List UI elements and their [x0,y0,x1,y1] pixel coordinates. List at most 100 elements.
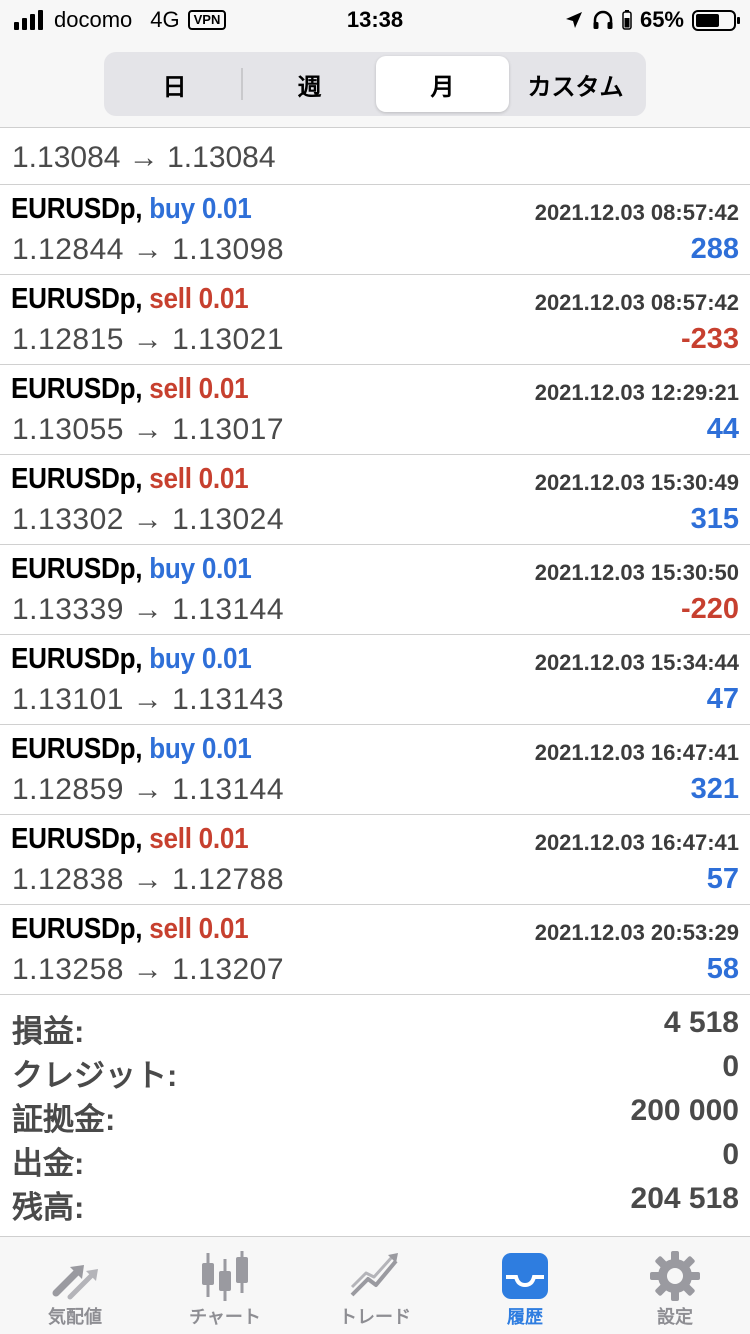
battery-icon [692,9,740,31]
summary-withdrawal: 出金: 0 [0,1138,750,1182]
trade-side: sell 0.01 [149,823,249,855]
trade-side: sell 0.01 [149,373,249,405]
status-right: 65% [556,7,740,33]
segment-custom[interactable]: カスタム [509,56,642,112]
trade-profit: 315 [690,503,739,535]
tab-settings[interactable]: 設定 [600,1237,750,1334]
carrier-name: docomo [54,7,133,32]
gear-icon [650,1251,700,1301]
summary-balance: 残高: 204 518 [0,1182,750,1226]
table-row[interactable]: EURUSDp, buy 0.01 2021.12.03 15:30:50 1.13… [0,545,750,635]
trade-symbol: EURUSDp, [11,823,143,855]
table-row[interactable]: EURUSDp, sell 0.01 2021.12.03 08:57:42 1.1… [0,275,750,365]
tab-chart[interactable]: チャート [150,1237,300,1334]
status-left: docomo 4G VPN [14,7,227,33]
trade-profit: -220 [680,593,739,625]
deposit-value: 200 000 [630,1094,739,1127]
trade-time: 2021.12.03 15:30:50 [534,560,739,585]
trade-symbol: EURUSDp, [11,913,143,945]
table-row[interactable]: EURUSDp, sell 0.01 2021.12.03 15:30:49 1.1… [0,455,750,545]
table-row[interactable]: EURUSDp, sell 0.01 2021.12.03 16:47:41 1.1… [0,815,750,905]
trade-side: sell 0.01 [149,283,249,315]
summary-deposit: 証拠金: 200 000 [0,1094,750,1138]
trade-prices: 1.13055 → 1.13017 [12,413,285,446]
trade-history-list[interactable]: 1.13084 → 1.13084 EURUSDp, buy 0.01 2021.… [0,129,750,995]
trade-profit: 58 [706,953,739,985]
trade-profit: 44 [706,413,739,445]
trade-side: buy 0.01 [149,553,252,585]
vpn-badge: VPN [187,10,227,30]
status-bar: docomo 4G VPN 13:38 65% [0,0,750,42]
trade-prices: 1.13084 → 1.13084 [12,141,276,174]
quotes-arrows-icon [52,1265,98,1300]
trade-title: EURUSDp, buy 0.01 [11,733,252,766]
table-row[interactable]: 1.13084 → 1.13084 [0,129,750,185]
tab-history-label: 履歴 [507,1307,543,1327]
trade-title: EURUSDp, buy 0.01 [11,193,252,226]
trade-time: 2021.12.03 16:47:41 [534,830,739,855]
signal-icon [14,10,46,30]
trade-prices: 1.13339 → 1.13144 [12,593,285,626]
tab-quotes[interactable]: 気配値 [0,1237,150,1334]
trade-side: sell 0.01 [149,913,249,945]
history-tray-icon [502,1253,548,1299]
tab-quotes-label: 気配値 [48,1307,102,1327]
table-row[interactable]: EURUSDp, sell 0.01 2021.12.03 20:53:29 1.1… [0,905,750,995]
tab-settings-label: 設定 [657,1307,693,1327]
trade-title: EURUSDp, sell 0.01 [11,823,249,856]
trade-profit: 288 [690,233,739,265]
trade-title: EURUSDp, sell 0.01 [11,283,249,316]
balance-value: 204 518 [630,1182,739,1215]
bottom-tab-bar: 気配値 チャート トレード 履歴 設定 [0,1236,750,1334]
table-row[interactable]: EURUSDp, buy 0.01 2021.12.03 08:57:42 1.12… [0,185,750,275]
battery-percent: 65% [639,7,684,32]
tab-trade-label: トレード [339,1307,411,1327]
trade-profit: 57 [706,863,739,895]
headphones-icon [593,10,613,29]
table-row[interactable]: EURUSDp, buy 0.01 2021.12.03 15:34:44 1.13… [0,635,750,725]
trade-profit: 321 [690,773,739,805]
segment-day[interactable]: 日 [108,56,241,112]
trade-symbol: EURUSDp, [11,733,143,765]
trade-prices: 1.12838 → 1.12788 [12,863,285,896]
trade-profit: -233 [680,323,739,355]
trade-symbol: EURUSDp, [11,193,143,225]
summary-credit: クレジット: 0 [0,1050,750,1094]
tab-trade[interactable]: トレード [300,1237,450,1334]
candlestick-chart-icon [202,1251,248,1301]
trade-prices: 1.13101 → 1.13143 [12,683,285,716]
segment-month[interactable]: 月 [376,56,509,112]
table-row[interactable]: EURUSDp, buy 0.01 2021.12.03 16:47:41 1.12… [0,725,750,815]
deposit-label: 証拠金: [12,1102,116,1137]
trade-prices: 1.12815 → 1.13021 [12,323,285,356]
trade-prices: 1.13302 → 1.13024 [12,503,285,536]
trade-time: 2021.12.03 12:29:21 [534,380,739,405]
trade-time: 2021.12.03 15:34:44 [534,650,739,675]
trade-side: sell 0.01 [149,463,249,495]
withdrawal-label: 出金: [12,1146,85,1181]
segment-week[interactable]: 週 [243,56,376,112]
trade-title: EURUSDp, buy 0.01 [11,643,252,676]
table-row[interactable]: EURUSDp, sell 0.01 2021.12.03 12:29:21 1.1… [0,365,750,455]
trade-time: 2021.12.03 08:57:42 [534,200,739,225]
trade-title: EURUSDp, sell 0.01 [11,373,249,406]
summary-profit: 損益: 4 518 [0,1006,750,1050]
trade-symbol: EURUSDp, [11,553,143,585]
trade-symbol: EURUSDp, [11,283,143,315]
trade-title: EURUSDp, sell 0.01 [11,463,249,496]
trade-symbol: EURUSDp, [11,463,143,495]
profit-value: 4 518 [663,1006,739,1039]
battery-level-icon [622,10,632,30]
trade-symbol: EURUSDp, [11,643,143,675]
trade-title: EURUSDp, sell 0.01 [11,913,249,946]
trade-side: buy 0.01 [149,733,252,765]
trade-symbol: EURUSDp, [11,373,143,405]
trade-time: 2021.12.03 15:30:49 [534,470,739,495]
period-segmented-control: 日 週 月 カスタム [104,52,646,116]
trade-time: 2021.12.03 20:53:29 [534,920,739,945]
credit-value: 0 [722,1050,739,1083]
trade-prices: 1.13258 → 1.13207 [12,953,285,986]
trade-side: buy 0.01 [149,193,252,225]
withdrawal-value: 0 [722,1138,739,1171]
tab-history[interactable]: 履歴 [450,1237,600,1334]
